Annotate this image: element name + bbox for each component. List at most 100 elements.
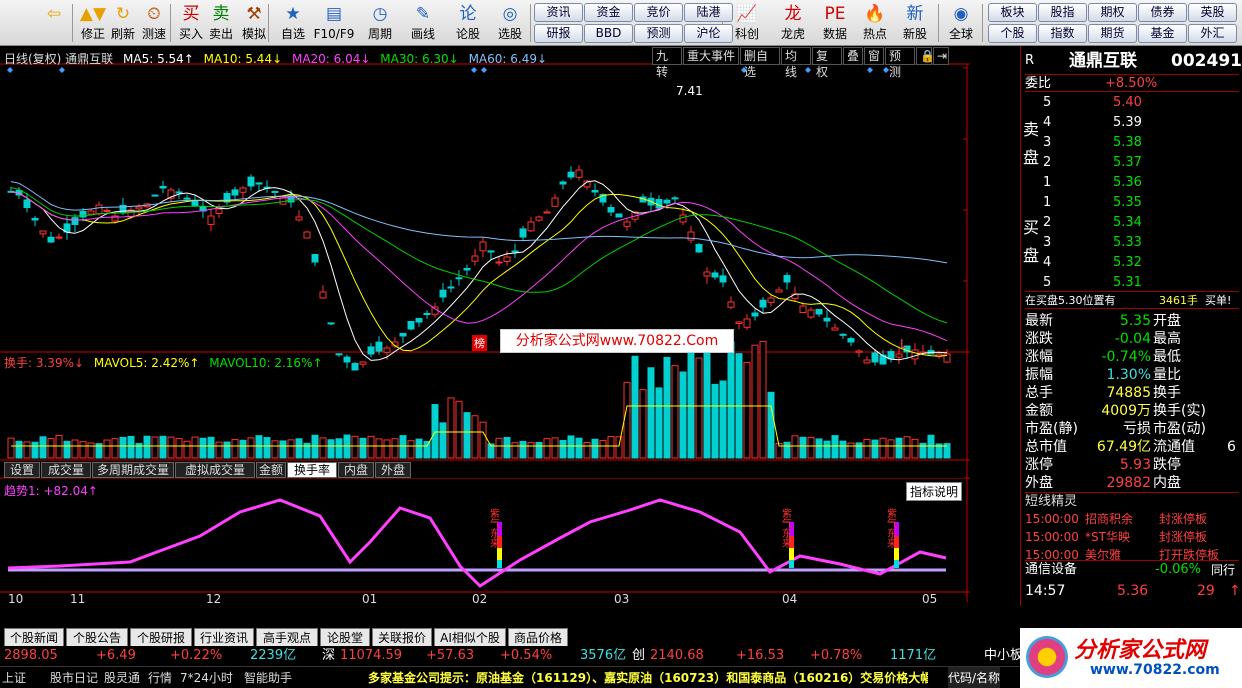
quick-link-button[interactable]: 资讯 — [534, 3, 583, 22]
simulate-button[interactable]: ⚒ 模拟 — [237, 2, 271, 44]
toolbar-separator — [938, 4, 939, 42]
buy-level[interactable]: 5 5.31 — [1043, 274, 1233, 292]
period-button[interactable]: ◷ 周期 — [361, 2, 399, 44]
chart-tool-button[interactable]: 叠 — [843, 47, 863, 65]
buy-level[interactable]: 1 5.35 — [1043, 194, 1233, 212]
quick-link-button[interactable]: 资金 — [584, 3, 633, 22]
indicator-help-button[interactable]: 指标说明 — [906, 482, 963, 501]
quick-link-button[interactable]: 陆港 — [684, 3, 733, 22]
quick-link-button[interactable]: 基金 — [1138, 24, 1187, 43]
formula-button[interactable]: 论论股 — [450, 2, 486, 44]
quick-link-button[interactable]: 期货 — [1088, 24, 1137, 43]
quick-link-button[interactable]: 预测 — [634, 24, 683, 43]
index-summary[interactable]: 创 2140.68 +16.53 +0.78% 1171亿 — [632, 646, 960, 666]
quick-link-button[interactable]: 外汇 — [1188, 24, 1237, 43]
news-tab[interactable]: 个股新闻 — [4, 628, 64, 648]
quick-link-button[interactable]: 沪伦 — [684, 24, 733, 43]
volume-tab[interactable]: 虚拟成交量 — [175, 462, 255, 478]
new-stock-button[interactable]: 新新股 — [898, 2, 932, 44]
candle-body — [535, 216, 543, 221]
chart-tool-button[interactable]: 九转 — [652, 47, 682, 79]
quick-link-button[interactable]: 板块 — [988, 3, 1037, 22]
quick-link-button[interactable]: 股指 — [1038, 3, 1087, 22]
jingling-item[interactable]: 15:00:00 *ST华映 封涨停板 — [1025, 528, 1239, 546]
chart-tool-button[interactable]: 删自选 — [740, 47, 780, 79]
sell-level[interactable]: 2 5.37 — [1043, 154, 1233, 172]
tech-button[interactable]: 📈 科创 — [730, 2, 764, 44]
ticker-message[interactable]: 多家基金公司提示：原油基金（161129）、嘉实原油（160723）和国泰商品（… — [368, 667, 928, 688]
news-tab[interactable]: 论股堂 — [320, 628, 370, 648]
global-button[interactable]: ◉ 全球 — [944, 2, 978, 44]
volume-bar — [151, 436, 159, 459]
dragon-button[interactable]: 龙龙虎 — [776, 2, 810, 44]
buy-level[interactable]: 4 5.32 — [1043, 254, 1233, 272]
chart-tool-button[interactable]: 复权 — [812, 47, 842, 79]
peer-button[interactable]: 同行 — [1211, 561, 1235, 579]
ticker-tab[interactable]: 上证 — [2, 667, 26, 688]
volume-bar — [399, 435, 407, 459]
refresh-button[interactable]: ↻ 刷新 — [108, 2, 138, 44]
f10-button[interactable]: ▤ F10/F9 — [313, 2, 355, 44]
quick-link-button[interactable]: 英股 — [1188, 3, 1237, 22]
sell-level[interactable]: 4 5.39 — [1043, 114, 1233, 132]
chart-tool-button[interactable]: 🔒 — [916, 47, 935, 65]
draw-button[interactable]: ✎ 画线 — [405, 2, 441, 44]
ticker-tab[interactable]: 智能助手 — [244, 667, 292, 688]
chart-canvas[interactable]: 7.636.976.315.660.0690.035+115.0+42.04紫气… — [0, 46, 970, 606]
news-tab[interactable]: 个股公告 — [66, 628, 128, 648]
quick-link-button[interactable]: BBD — [584, 24, 633, 43]
volume-tab[interactable]: 多周期成交量 — [92, 462, 174, 478]
volume-tab[interactable]: 成交量 — [41, 462, 91, 478]
chart-tool-button[interactable]: 预测 — [885, 47, 915, 79]
sell-button[interactable]: 卖卖出 — [206, 2, 236, 44]
quick-link-button[interactable]: 竞价 — [634, 3, 683, 22]
buy-level[interactable]: 2 5.34 — [1043, 214, 1233, 232]
ticker-tab[interactable]: 行情 — [148, 667, 172, 688]
data-button[interactable]: PE 数据 — [818, 2, 852, 44]
jingling-item[interactable]: 15:00:00 招商积余 封涨停板 — [1025, 510, 1239, 528]
volume-tab[interactable]: 设置 — [4, 462, 40, 478]
ticker-tab[interactable]: 7*24小时 — [180, 667, 233, 688]
sell-level[interactable]: 1 5.36 — [1043, 174, 1233, 192]
buy-level[interactable]: 3 5.33 — [1043, 234, 1233, 252]
quick-link-button[interactable]: 指数 — [1038, 24, 1087, 43]
news-tab[interactable]: 行业资讯 — [194, 628, 254, 648]
quick-link-button[interactable]: 研报 — [534, 24, 583, 43]
buy-button[interactable]: 买买入 — [176, 2, 206, 44]
index-summary[interactable]: 深 11074.59 +57.63 +0.54% 3576亿 — [322, 646, 650, 666]
toolbar-separator — [982, 4, 983, 42]
volume-tab[interactable]: 金额 — [256, 462, 286, 478]
index-summary[interactable]: 2898.05 +6.49 +0.22% 2239亿 — [0, 646, 320, 666]
quick-link-button[interactable]: 债券 — [1138, 3, 1187, 22]
news-tab[interactable]: 商品价格 — [508, 628, 568, 648]
self-select-button[interactable]: ★ 自选 — [275, 2, 311, 44]
news-tab[interactable]: 关联报价 — [372, 628, 432, 648]
select-stock-button[interactable]: ◎ 选股 — [492, 2, 528, 44]
flower-logo-icon — [1026, 636, 1068, 678]
volume-tab[interactable]: 换手率 — [287, 462, 337, 478]
sme-board-label[interactable]: 中小板 — [984, 646, 1023, 666]
chart-tool-button[interactable]: 窗 — [864, 47, 884, 65]
ticker-tab[interactable]: 股灵通 — [104, 667, 140, 688]
news-tab[interactable]: AI相似个股 — [434, 628, 506, 648]
news-tab[interactable]: 个股研报 — [130, 628, 192, 648]
chart-tool-button[interactable]: 均线 — [781, 47, 811, 79]
refresh-icon: ↻ — [115, 4, 131, 24]
chart-tool-button[interactable]: ⇥ — [933, 47, 949, 65]
chart-tool-button[interactable]: 重大事件 — [683, 47, 739, 65]
volume-tab[interactable]: 内盘 — [338, 462, 374, 478]
sell-level[interactable]: 3 5.38 — [1043, 134, 1233, 152]
quick-link-button[interactable]: 个股 — [988, 24, 1037, 43]
kline-chart-area[interactable]: 7.636.976.315.660.0690.035+115.0+42.04紫气… — [0, 46, 970, 624]
sell-level[interactable]: 5 5.40 — [1043, 94, 1233, 112]
volume-tab[interactable]: 外盘 — [375, 462, 411, 478]
quick-link-button[interactable]: 期权 — [1088, 3, 1137, 22]
hot-button[interactable]: 🔥 热点 — [858, 2, 892, 44]
code-search-input[interactable]: 代码/名称 — [948, 667, 1001, 688]
edit-button[interactable]: ▲▼ 修正 — [78, 2, 108, 44]
test-button[interactable]: ⏲ 测速 — [139, 2, 169, 44]
ranking-badge[interactable]: 榜 — [472, 335, 487, 351]
ticker-tab[interactable]: 股市日记 — [50, 667, 98, 688]
back-button[interactable]: ⇦ — [38, 2, 70, 44]
news-tab[interactable]: 高手观点 — [256, 628, 318, 648]
